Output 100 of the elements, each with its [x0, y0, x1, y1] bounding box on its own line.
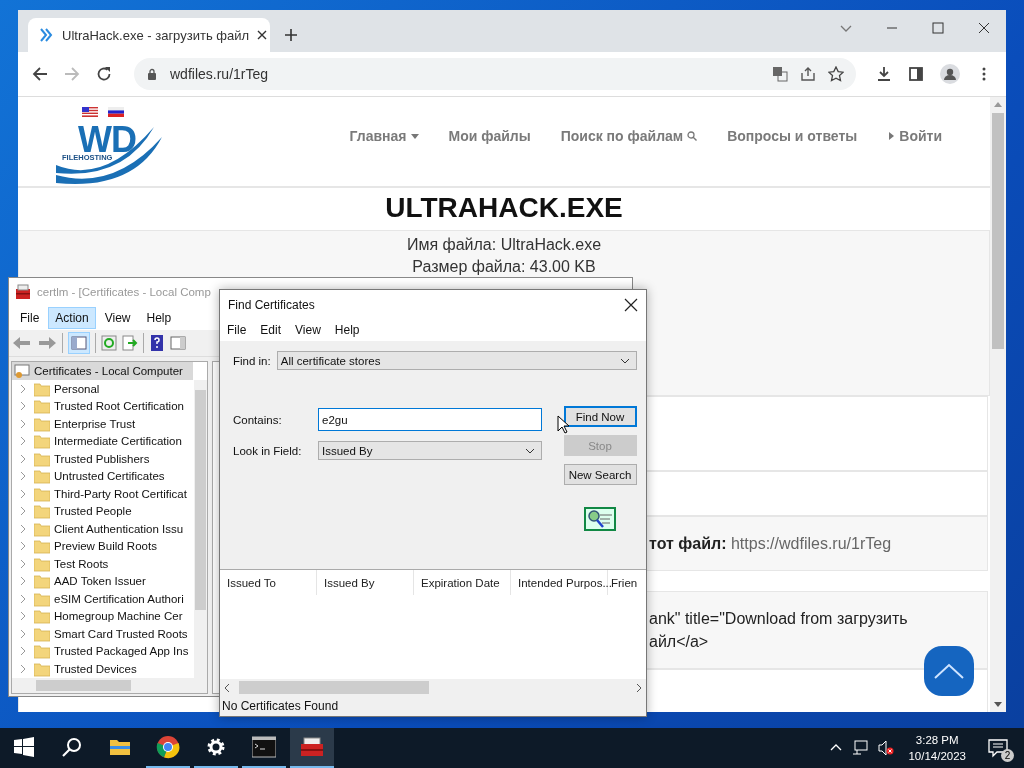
- menu-item[interactable]: Help: [334, 323, 360, 337]
- download-icon[interactable]: [876, 66, 892, 82]
- tree-item[interactable]: Certificates - Local Computer: [12, 362, 193, 380]
- search-icon: [687, 130, 698, 141]
- scrollbar[interactable]: [990, 97, 1006, 712]
- tree-item[interactable]: AAD Token Issuer: [12, 572, 193, 590]
- reload-icon[interactable]: [96, 66, 112, 82]
- pane-icon: [71, 335, 87, 351]
- tree-item[interactable]: Homegroup Machine Cer: [12, 607, 193, 625]
- lock-icon: [146, 68, 158, 80]
- toolbox-icon: [300, 735, 324, 759]
- side-panel-icon[interactable]: [908, 66, 924, 82]
- menu-item[interactable]: Help: [139, 307, 179, 329]
- network-icon[interactable]: [852, 740, 869, 756]
- close-icon[interactable]: [624, 297, 638, 312]
- folder-icon: [34, 590, 50, 607]
- code-text: айл</a>: [649, 632, 710, 652]
- nav-link[interactable]: Главная: [349, 127, 419, 144]
- tab-title: UltraHack.exe - загрузить файл: [62, 27, 250, 43]
- flag-icon[interactable]: [82, 106, 98, 117]
- notification-count: 2: [1001, 749, 1014, 762]
- scrollbar[interactable]: [12, 678, 207, 693]
- translate-icon[interactable]: [772, 66, 788, 82]
- page-title: ULTRAHACK.EXE: [385, 192, 623, 224]
- clock[interactable]: 3:28 PM 10/14/2023: [908, 732, 966, 764]
- back-icon[interactable]: [32, 66, 48, 82]
- field-label: Look in Field:: [233, 444, 303, 457]
- profile-icon[interactable]: [940, 64, 960, 84]
- tree-item[interactable]: Client Authentication Issu: [12, 520, 193, 538]
- column-header[interactable]: Expiration Date: [414, 570, 511, 595]
- menu-item[interactable]: View: [295, 323, 321, 337]
- share-icon[interactable]: [800, 66, 816, 82]
- find-in-dropdown[interactable]: All certificate stores: [276, 351, 637, 370]
- dialog-button[interactable]: New Search: [563, 464, 637, 485]
- dialog-button[interactable]: Find Now: [563, 406, 637, 427]
- contains-field[interactable]: e2gu: [318, 408, 542, 431]
- tree-item[interactable]: Trusted Packaged App Ins: [12, 642, 193, 660]
- flag-icon[interactable]: [108, 106, 124, 117]
- folder-icon: [34, 608, 50, 625]
- gear-icon: [206, 737, 226, 757]
- tree-toggle-button[interactable]: [68, 332, 90, 354]
- help-icon[interactable]: [149, 335, 165, 351]
- code-text: ank" title="Download from загрузить: [649, 609, 909, 629]
- tree-item[interactable]: Trusted Publishers: [12, 450, 193, 468]
- export-icon[interactable]: [122, 335, 138, 351]
- scroll-left-icon[interactable]: [223, 683, 231, 692]
- folder-icon: [34, 433, 50, 450]
- scroll-down-icon[interactable]: [994, 700, 1002, 708]
- nav-link[interactable]: Вопросы и ответы: [727, 127, 858, 144]
- browser-tab[interactable]: UltraHack.exe - загрузить файл: [28, 18, 270, 52]
- folder-icon: [34, 398, 50, 415]
- tree-item[interactable]: Preview Build Roots: [12, 537, 193, 555]
- maximize-icon[interactable]: [932, 22, 944, 34]
- tree-item[interactable]: Third-Party Root Certificat: [12, 485, 193, 503]
- notifications-button[interactable]: 2: [984, 734, 1012, 762]
- nav-link[interactable]: Поиск по файлам: [560, 127, 698, 144]
- tree-item[interactable]: Enterprise Trust: [12, 415, 193, 433]
- close-icon[interactable]: [978, 22, 990, 34]
- folder-icon: [34, 485, 50, 502]
- folder-icon: [34, 380, 50, 397]
- menu-item[interactable]: File: [227, 323, 247, 337]
- tree-item[interactable]: Trusted Devices: [12, 660, 193, 678]
- folder-icon: [34, 555, 50, 572]
- folder-icon: [34, 415, 50, 432]
- look-in-field-dropdown[interactable]: Issued By: [318, 441, 542, 460]
- nav-link[interactable]: Мои файлы: [448, 127, 531, 144]
- taskbar-button[interactable]: [290, 728, 334, 768]
- scrollbar[interactable]: [194, 380, 207, 678]
- scrollbar[interactable]: [220, 679, 646, 696]
- scroll-right-icon[interactable]: [635, 683, 643, 692]
- address-bar[interactable]: wdfiles.ru/1rTeg: [134, 58, 856, 90]
- close-icon[interactable]: [257, 30, 268, 40]
- refresh-icon[interactable]: [101, 335, 117, 351]
- certificate-search-icon: [584, 507, 616, 531]
- nav-link[interactable]: Войти: [887, 127, 942, 144]
- status-text: No Certificates Found: [222, 699, 339, 713]
- tree-item[interactable]: Intermediate Certification: [12, 432, 193, 450]
- browser-icon: [156, 735, 180, 759]
- menu-item[interactable]: File: [13, 307, 47, 329]
- tree-item[interactable]: Personal: [12, 380, 193, 398]
- volume-muted-icon[interactable]: [878, 740, 895, 756]
- tree-item[interactable]: Smart Card Trusted Roots: [12, 625, 193, 643]
- caret-icon: [410, 131, 419, 140]
- tree-item[interactable]: Untrusted Certificates: [12, 467, 193, 485]
- menu-item[interactable]: View: [97, 307, 138, 329]
- menu-item[interactable]: Action: [48, 307, 96, 329]
- tree-item[interactable]: eSIM Certification Authori: [12, 590, 193, 608]
- field-label: Find in:: [233, 354, 271, 367]
- tree-item[interactable]: Trusted People: [12, 502, 193, 520]
- window-title: certlm - [Certificates - Local Comp: [37, 286, 211, 298]
- menu-item[interactable]: Edit: [260, 323, 282, 337]
- star-icon[interactable]: [828, 66, 844, 82]
- column-header[interactable]: Issued By: [317, 570, 414, 595]
- message-icon: [988, 738, 1008, 758]
- url-text: wdfiles.ru/1rTeg: [170, 66, 269, 82]
- scroll-top-button[interactable]: [924, 646, 974, 696]
- tree-item[interactable]: Test Roots: [12, 555, 193, 573]
- plus-icon[interactable]: [284, 28, 298, 42]
- column-header[interactable]: Issued To: [220, 570, 317, 595]
- tree-item[interactable]: Trusted Root Certification: [12, 397, 193, 415]
